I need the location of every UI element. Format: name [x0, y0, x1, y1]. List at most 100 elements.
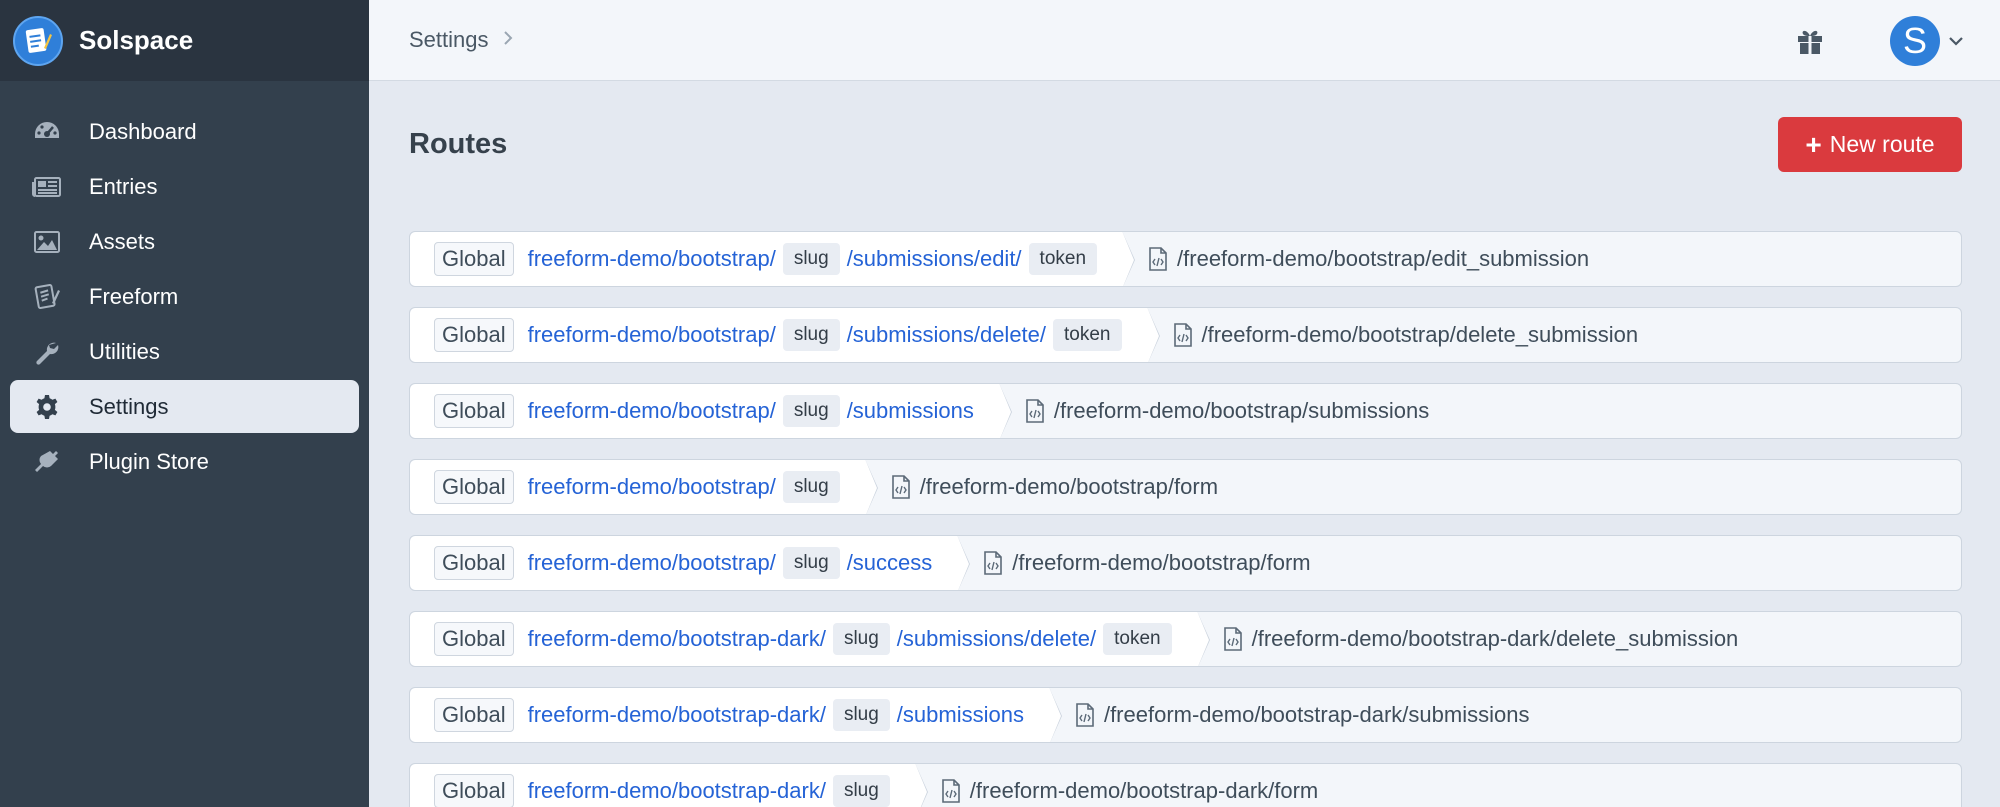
route-uri: Global freeform-demo/bootstrap-dark/slug /…: [410, 688, 1062, 742]
uri-token: slug: [832, 623, 890, 655]
template-file-icon: [1223, 627, 1243, 651]
sidebar-item-label: Freeform: [89, 283, 179, 309]
sidebar-item-label: Plugin Store: [89, 448, 209, 474]
route-uri: Global freeform-demo/bootstrap/slug/submi…: [410, 232, 1136, 286]
uri-segment: freeform-demo/bootstrap-dark/: [527, 702, 826, 727]
template-file-icon: [1173, 323, 1193, 347]
uri-pattern: freeform-demo/bootstrap/slug/submissions…: [528, 243, 1104, 275]
uri-token: slug: [782, 471, 840, 503]
route-uri: Global freeform-demo/bootstrap-dark/slug /…: [410, 612, 1210, 666]
uri-token: slug: [782, 319, 840, 351]
route-uri: Global freeform-demo/bootstrap-dark/slug: [410, 764, 928, 807]
new-route-label: New route: [1829, 131, 1935, 157]
template-file-icon: [1075, 703, 1095, 727]
route-row[interactable]: Global freeform-demo/bootstrap/slug/succe…: [409, 535, 1962, 591]
template-path: /freeform-demo/bootstrap-dark/submission…: [1103, 702, 1530, 727]
breadcrumb-settings[interactable]: Settings: [409, 27, 489, 53]
route-uri: Global freeform-demo/bootstrap/slug/succe…: [410, 536, 971, 590]
template-path: /freeform-demo/bootstrap/submissions: [1053, 398, 1430, 423]
site-badge: Global: [434, 546, 514, 580]
uri-token: slug: [782, 547, 840, 579]
site-badge: Global: [434, 394, 514, 428]
route-row[interactable]: Global freeform-demo/bootstrap/slug/freef…: [409, 459, 1962, 515]
route-uri: Global freeform-demo/bootstrap/slug: [410, 460, 878, 514]
route-template: /freeform-demo/bootstrap-dark/delete_sub…: [1197, 626, 1739, 652]
template-path: /freeform-demo/bootstrap-dark/delete_sub…: [1251, 626, 1739, 651]
route-row[interactable]: Global freeform-demo/bootstrap/slug/submi…: [409, 231, 1962, 287]
uri-segment: freeform-demo/bootstrap/: [527, 398, 776, 423]
new-route-button[interactable]: + New route: [1778, 117, 1962, 172]
uri-pattern: freeform-demo/bootstrap-dark/slug: [528, 775, 897, 807]
uri-pattern: freeform-demo/bootstrap/slug/success: [528, 547, 940, 579]
sidebar-item-freeform[interactable]: Freeform: [10, 270, 359, 323]
sidebar-item-utilities[interactable]: Utilities: [10, 325, 359, 378]
sidebar-item-label: Entries: [89, 173, 158, 199]
template-file-icon: [941, 779, 961, 803]
uri-token: slug: [782, 395, 840, 427]
chevron-right-icon: [503, 29, 513, 52]
freeform-icon: [32, 282, 62, 312]
uri-segment: freeform-demo/bootstrap/: [527, 246, 776, 271]
uri-segment: /submissions/edit/: [846, 246, 1022, 271]
sidebar-item-settings[interactable]: Settings: [10, 380, 359, 433]
route-uri: Global freeform-demo/bootstrap/slug/submi…: [410, 384, 1012, 438]
uri-segment: freeform-demo/bootstrap/: [527, 550, 776, 575]
uri-pattern: freeform-demo/bootstrap/slug/submissions: [528, 395, 981, 427]
sidebar-item-plugin-store[interactable]: Plugin Store: [10, 435, 359, 488]
route-row[interactable]: Global freeform-demo/bootstrap-dark/slug /…: [409, 763, 1962, 807]
uri-pattern: freeform-demo/bootstrap/slug/submissions…: [528, 319, 1129, 351]
uri-segment: freeform-demo/bootstrap-dark/: [527, 626, 826, 651]
avatar[interactable]: S: [1890, 15, 1940, 66]
sidebar-nav: Dashboard Entries Assets Freeform Utilit…: [0, 81, 369, 488]
site-badge: Global: [434, 698, 514, 732]
route-template: /freeform-demo/bootstrap/form: [865, 474, 1218, 500]
route-row[interactable]: Global freeform-demo/bootstrap-dark/slug /…: [409, 611, 1962, 667]
uri-token: token: [1103, 623, 1172, 655]
wrench-icon: [32, 337, 62, 367]
uri-token: slug: [782, 243, 840, 275]
brand[interactable]: Solspace: [0, 0, 369, 81]
template-path: /freeform-demo/bootstrap/edit_submission: [1177, 246, 1590, 271]
sidebar-item-assets[interactable]: Assets: [10, 215, 359, 268]
document-pencil-icon: [13, 15, 63, 66]
template-file-icon: [1148, 247, 1168, 271]
uri-segment: freeform-demo/bootstrap/: [527, 322, 776, 347]
image-icon: [32, 227, 62, 257]
newspaper-icon: [32, 172, 62, 202]
uri-segment: /success: [846, 550, 933, 575]
sidebar-item-label: Settings: [89, 393, 169, 419]
plug-icon: [32, 447, 62, 477]
uri-segment: /submissions: [896, 702, 1024, 727]
template-path: /freeform-demo/bootstrap/delete_submissi…: [1201, 322, 1639, 347]
uri-pattern: freeform-demo/bootstrap-dark/slug/submis…: [528, 623, 1179, 655]
brand-name: Solspace: [79, 25, 194, 55]
routes-list: Global freeform-demo/bootstrap/slug/submi…: [409, 231, 1962, 807]
route-uri: Global freeform-demo/bootstrap/slug/submi…: [410, 308, 1159, 362]
template-file-icon: [1025, 399, 1045, 423]
site-badge: Global: [434, 318, 514, 352]
route-template: /freeform-demo/bootstrap/submissions: [999, 398, 1429, 424]
route-row[interactable]: Global freeform-demo/bootstrap/slug/submi…: [409, 307, 1962, 363]
sidebar-item-entries[interactable]: Entries: [10, 160, 359, 213]
uri-pattern: freeform-demo/bootstrap-dark/slug/submis…: [528, 699, 1031, 731]
route-row[interactable]: Global freeform-demo/bootstrap-dark/slug /…: [409, 687, 1962, 743]
route-template: /freeform-demo/bootstrap-dark/submission…: [1049, 702, 1530, 728]
plus-icon: +: [1805, 128, 1822, 160]
site-badge: Global: [434, 242, 514, 276]
route-template: /freeform-demo/bootstrap/delete_submissi…: [1147, 322, 1639, 348]
route-row[interactable]: Global freeform-demo/bootstrap/slug/submi…: [409, 383, 1962, 439]
template-file-icon: [983, 551, 1003, 575]
breadcrumb: Settings: [409, 27, 513, 53]
gear-icon: [32, 392, 62, 422]
route-template: /freeform-demo/bootstrap/edit_submission: [1122, 246, 1589, 272]
sidebar-item-label: Dashboard: [89, 118, 197, 144]
site-badge: Global: [434, 470, 514, 504]
sidebar-item-dashboard[interactable]: Dashboard: [10, 105, 359, 158]
uri-segment: /submissions/delete/: [896, 626, 1097, 651]
route-template: /freeform-demo/bootstrap/form: [957, 550, 1311, 576]
uri-token: token: [1053, 319, 1122, 351]
site-badge: Global: [434, 622, 514, 656]
uri-segment: freeform-demo/bootstrap/: [527, 474, 776, 499]
gift-icon[interactable]: [1794, 25, 1826, 57]
chevron-down-icon[interactable]: [1948, 33, 1964, 49]
